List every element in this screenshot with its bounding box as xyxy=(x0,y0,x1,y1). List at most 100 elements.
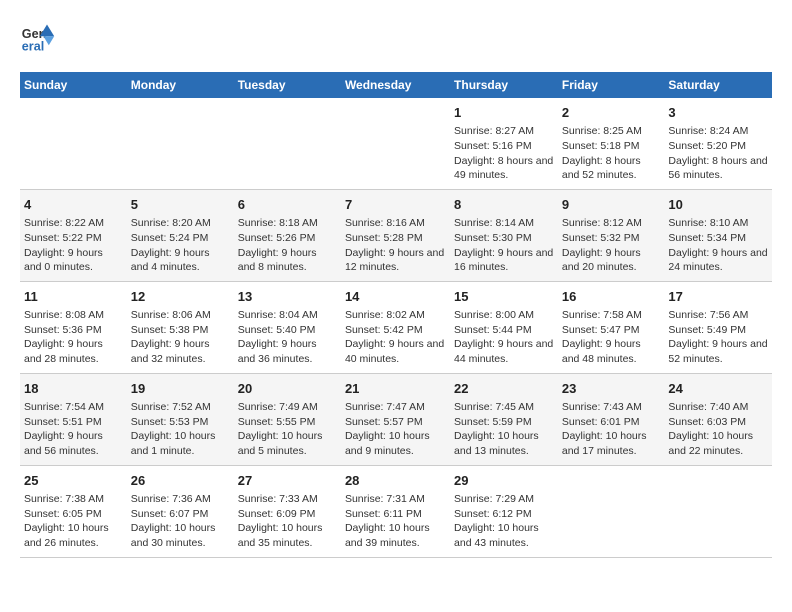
calendar-header-row: SundayMondayTuesdayWednesdayThursdayFrid… xyxy=(20,72,772,98)
day-number: 16 xyxy=(562,288,661,306)
day-number: 8 xyxy=(454,196,554,214)
calendar-cell: 29 Sunrise: 7:29 AMSunset: 6:12 PMDayligh… xyxy=(450,465,558,557)
calendar-cell: 1 Sunrise: 8:27 AMSunset: 5:16 PMDaylight… xyxy=(450,98,558,189)
calendar-cell: 10 Sunrise: 8:10 AMSunset: 5:34 PMDayligh… xyxy=(664,189,772,281)
day-number: 21 xyxy=(345,380,446,398)
day-info: Sunrise: 7:49 AMSunset: 5:55 PMDaylight:… xyxy=(238,400,337,459)
day-number: 25 xyxy=(24,472,123,490)
day-number: 27 xyxy=(238,472,337,490)
day-info: Sunrise: 7:40 AMSunset: 6:03 PMDaylight:… xyxy=(668,400,768,459)
day-number: 7 xyxy=(345,196,446,214)
day-info: Sunrise: 8:14 AMSunset: 5:30 PMDaylight:… xyxy=(454,216,554,275)
day-number: 29 xyxy=(454,472,554,490)
day-info: Sunrise: 7:45 AMSunset: 5:59 PMDaylight:… xyxy=(454,400,554,459)
day-info: Sunrise: 8:27 AMSunset: 5:16 PMDaylight:… xyxy=(454,124,554,183)
day-info: Sunrise: 7:47 AMSunset: 5:57 PMDaylight:… xyxy=(345,400,446,459)
calendar-cell: 22 Sunrise: 7:45 AMSunset: 5:59 PMDayligh… xyxy=(450,373,558,465)
calendar-cell: 24 Sunrise: 7:40 AMSunset: 6:03 PMDayligh… xyxy=(664,373,772,465)
calendar-cell: 13Sunrise: 8:04 AMSunset: 5:40 PMDayligh… xyxy=(234,281,341,373)
column-header-wednesday: Wednesday xyxy=(341,72,450,98)
week-row-1: 1 Sunrise: 8:27 AMSunset: 5:16 PMDaylight… xyxy=(20,98,772,189)
column-header-saturday: Saturday xyxy=(664,72,772,98)
page-header: Gen eral xyxy=(20,20,772,56)
day-number: 24 xyxy=(668,380,768,398)
calendar-cell xyxy=(20,98,127,189)
day-info: Sunrise: 8:25 AMSunset: 5:18 PMDaylight:… xyxy=(562,124,661,183)
column-header-friday: Friday xyxy=(558,72,665,98)
day-number: 14 xyxy=(345,288,446,306)
calendar-cell: 7 Sunrise: 8:16 AMSunset: 5:28 PMDaylight… xyxy=(341,189,450,281)
calendar-cell: 3 Sunrise: 8:24 AMSunset: 5:20 PMDaylight… xyxy=(664,98,772,189)
day-info: Sunrise: 7:43 AMSunset: 6:01 PMDaylight:… xyxy=(562,400,661,459)
day-info: Sunrise: 7:56 AMSunset: 5:49 PMDaylight:… xyxy=(668,308,768,367)
calendar-table: SundayMondayTuesdayWednesdayThursdayFrid… xyxy=(20,72,772,558)
day-number: 12 xyxy=(131,288,230,306)
week-row-2: 4 Sunrise: 8:22 AMSunset: 5:22 PMDaylight… xyxy=(20,189,772,281)
calendar-cell: 6Sunrise: 8:18 AMSunset: 5:26 PMDaylight… xyxy=(234,189,341,281)
day-number: 4 xyxy=(24,196,123,214)
calendar-cell: 23 Sunrise: 7:43 AMSunset: 6:01 PMDayligh… xyxy=(558,373,665,465)
day-info: Sunrise: 8:20 AMSunset: 5:24 PMDaylight:… xyxy=(131,216,230,275)
calendar-cell: 18 Sunrise: 7:54 AMSunset: 5:51 PMDayligh… xyxy=(20,373,127,465)
calendar-cell: 4 Sunrise: 8:22 AMSunset: 5:22 PMDaylight… xyxy=(20,189,127,281)
week-row-3: 11Sunrise: 8:08 AMSunset: 5:36 PMDayligh… xyxy=(20,281,772,373)
column-header-sunday: Sunday xyxy=(20,72,127,98)
day-info: Sunrise: 8:08 AMSunset: 5:36 PMDaylight:… xyxy=(24,308,123,367)
logo: Gen eral xyxy=(20,20,60,56)
calendar-cell: 12 Sunrise: 8:06 AMSunset: 5:38 PMDayligh… xyxy=(127,281,234,373)
day-number: 23 xyxy=(562,380,661,398)
calendar-cell: 5 Sunrise: 8:20 AMSunset: 5:24 PMDaylight… xyxy=(127,189,234,281)
day-number: 5 xyxy=(131,196,230,214)
calendar-cell: 2 Sunrise: 8:25 AMSunset: 5:18 PMDaylight… xyxy=(558,98,665,189)
calendar-cell xyxy=(234,98,341,189)
day-info: Sunrise: 7:38 AMSunset: 6:05 PMDaylight:… xyxy=(24,492,123,551)
logo-icon: Gen eral xyxy=(20,20,56,56)
calendar-cell xyxy=(558,465,665,557)
calendar-cell: 15 Sunrise: 8:00 AMSunset: 5:44 PMDayligh… xyxy=(450,281,558,373)
day-info: Sunrise: 7:52 AMSunset: 5:53 PMDaylight:… xyxy=(131,400,230,459)
day-number: 26 xyxy=(131,472,230,490)
day-number: 15 xyxy=(454,288,554,306)
day-number: 3 xyxy=(668,104,768,122)
day-info: Sunrise: 8:24 AMSunset: 5:20 PMDaylight:… xyxy=(668,124,768,183)
calendar-cell: 21 Sunrise: 7:47 AMSunset: 5:57 PMDayligh… xyxy=(341,373,450,465)
day-number: 22 xyxy=(454,380,554,398)
svg-text:eral: eral xyxy=(22,40,44,54)
calendar-cell: 20 Sunrise: 7:49 AMSunset: 5:55 PMDayligh… xyxy=(234,373,341,465)
day-info: Sunrise: 8:02 AMSunset: 5:42 PMDaylight:… xyxy=(345,308,446,367)
calendar-cell: 16 Sunrise: 7:58 AMSunset: 5:47 PMDayligh… xyxy=(558,281,665,373)
day-info: Sunrise: 8:00 AMSunset: 5:44 PMDaylight:… xyxy=(454,308,554,367)
day-info: Sunrise: 8:10 AMSunset: 5:34 PMDaylight:… xyxy=(668,216,768,275)
calendar-cell: 8 Sunrise: 8:14 AMSunset: 5:30 PMDaylight… xyxy=(450,189,558,281)
day-number: 6 xyxy=(238,196,337,214)
day-number: 2 xyxy=(562,104,661,122)
day-info: Sunrise: 7:54 AMSunset: 5:51 PMDaylight:… xyxy=(24,400,123,459)
day-number: 17 xyxy=(668,288,768,306)
calendar-cell xyxy=(664,465,772,557)
calendar-cell: 28 Sunrise: 7:31 AMSunset: 6:11 PMDayligh… xyxy=(341,465,450,557)
calendar-cell xyxy=(127,98,234,189)
calendar-cell xyxy=(341,98,450,189)
day-info: Sunrise: 7:31 AMSunset: 6:11 PMDaylight:… xyxy=(345,492,446,551)
day-info: Sunrise: 8:22 AMSunset: 5:22 PMDaylight:… xyxy=(24,216,123,275)
calendar-cell: 19Sunrise: 7:52 AMSunset: 5:53 PMDayligh… xyxy=(127,373,234,465)
calendar-cell: 25 Sunrise: 7:38 AMSunset: 6:05 PMDayligh… xyxy=(20,465,127,557)
column-header-monday: Monday xyxy=(127,72,234,98)
calendar-cell: 11Sunrise: 8:08 AMSunset: 5:36 PMDayligh… xyxy=(20,281,127,373)
day-info: Sunrise: 8:06 AMSunset: 5:38 PMDaylight:… xyxy=(131,308,230,367)
day-number: 13 xyxy=(238,288,337,306)
day-number: 20 xyxy=(238,380,337,398)
week-row-4: 18 Sunrise: 7:54 AMSunset: 5:51 PMDayligh… xyxy=(20,373,772,465)
day-info: Sunrise: 7:29 AMSunset: 6:12 PMDaylight:… xyxy=(454,492,554,551)
calendar-cell: 17 Sunrise: 7:56 AMSunset: 5:49 PMDayligh… xyxy=(664,281,772,373)
day-number: 1 xyxy=(454,104,554,122)
day-number: 28 xyxy=(345,472,446,490)
calendar-cell: 26Sunrise: 7:36 AMSunset: 6:07 PMDayligh… xyxy=(127,465,234,557)
day-info: Sunrise: 7:33 AMSunset: 6:09 PMDaylight:… xyxy=(238,492,337,551)
column-header-thursday: Thursday xyxy=(450,72,558,98)
day-info: Sunrise: 8:16 AMSunset: 5:28 PMDaylight:… xyxy=(345,216,446,275)
day-info: Sunrise: 7:58 AMSunset: 5:47 PMDaylight:… xyxy=(562,308,661,367)
day-number: 18 xyxy=(24,380,123,398)
calendar-cell: 9Sunrise: 8:12 AMSunset: 5:32 PMDaylight… xyxy=(558,189,665,281)
day-number: 10 xyxy=(668,196,768,214)
